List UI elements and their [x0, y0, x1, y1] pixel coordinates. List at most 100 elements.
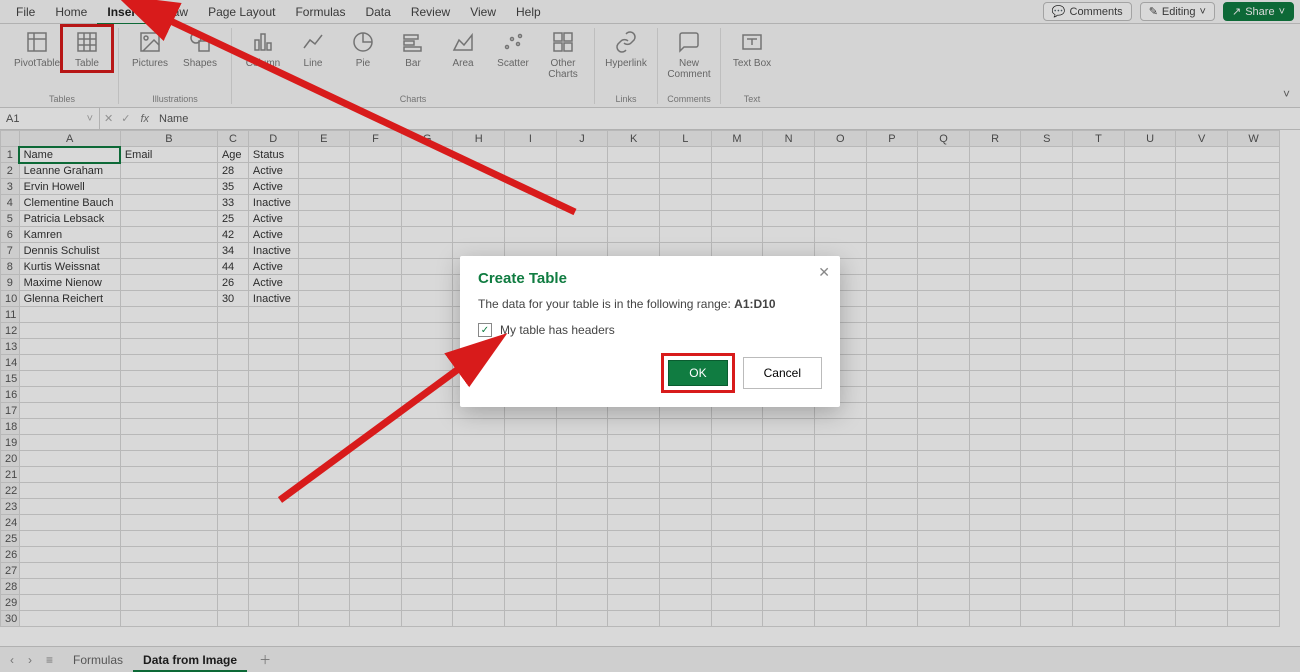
cell-J20[interactable] [556, 451, 608, 467]
cell-G23[interactable] [401, 499, 453, 515]
cell-R23[interactable] [969, 499, 1021, 515]
cell-N30[interactable] [763, 611, 815, 627]
cell-G17[interactable] [401, 403, 453, 419]
cell-U2[interactable] [1124, 163, 1176, 179]
cell-H26[interactable] [453, 547, 505, 563]
cell-F10[interactable] [350, 291, 402, 307]
cell-B19[interactable] [120, 435, 217, 451]
cell-M30[interactable] [711, 611, 763, 627]
cell-I30[interactable] [505, 611, 557, 627]
cell-P23[interactable] [866, 499, 918, 515]
cell-N6[interactable] [763, 227, 815, 243]
other-button[interactable]: Other Charts [540, 28, 586, 80]
cell-H5[interactable] [453, 211, 505, 227]
cell-E26[interactable] [298, 547, 350, 563]
cell-R25[interactable] [969, 531, 1021, 547]
cell-P29[interactable] [866, 595, 918, 611]
cell-W4[interactable] [1228, 195, 1280, 211]
cell-K2[interactable] [608, 163, 660, 179]
cell-J23[interactable] [556, 499, 608, 515]
cell-T5[interactable] [1073, 211, 1125, 227]
cell-B13[interactable] [120, 339, 217, 355]
cell-M4[interactable] [711, 195, 763, 211]
collapse-ribbon-icon[interactable]: ˅ [1283, 87, 1290, 101]
cell-I29[interactable] [505, 595, 557, 611]
cell-M19[interactable] [711, 435, 763, 451]
cell-K25[interactable] [608, 531, 660, 547]
cell-P10[interactable] [866, 291, 918, 307]
cell-G20[interactable] [401, 451, 453, 467]
cell-I4[interactable] [505, 195, 557, 211]
cell-A6[interactable]: Kamren [19, 227, 120, 243]
cell-A24[interactable] [19, 515, 120, 531]
cell-O21[interactable] [814, 467, 866, 483]
cell-A5[interactable]: Patricia Lebsack [19, 211, 120, 227]
cell-A19[interactable] [19, 435, 120, 451]
menu-tab-help[interactable]: Help [506, 1, 551, 23]
cell-O3[interactable] [814, 179, 866, 195]
cell-D19[interactable] [248, 435, 298, 451]
menu-tab-view[interactable]: View [460, 1, 506, 23]
cell-W15[interactable] [1228, 371, 1280, 387]
cell-H30[interactable] [453, 611, 505, 627]
cell-B23[interactable] [120, 499, 217, 515]
cell-T13[interactable] [1073, 339, 1125, 355]
cell-G10[interactable] [401, 291, 453, 307]
cell-E27[interactable] [298, 563, 350, 579]
cell-F11[interactable] [350, 307, 402, 323]
cell-A23[interactable] [19, 499, 120, 515]
cell-N5[interactable] [763, 211, 815, 227]
cell-G9[interactable] [401, 275, 453, 291]
cell-L4[interactable] [659, 195, 711, 211]
cell-W8[interactable] [1228, 259, 1280, 275]
cell-K4[interactable] [608, 195, 660, 211]
cell-M21[interactable] [711, 467, 763, 483]
cell-G12[interactable] [401, 323, 453, 339]
row-header-24[interactable]: 24 [1, 515, 20, 531]
cell-D15[interactable] [248, 371, 298, 387]
cell-K23[interactable] [608, 499, 660, 515]
cell-C3[interactable]: 35 [217, 179, 248, 195]
cell-J27[interactable] [556, 563, 608, 579]
comments-button[interactable]: 💬Comments [1043, 2, 1132, 21]
cell-S21[interactable] [1021, 467, 1073, 483]
cell-F9[interactable] [350, 275, 402, 291]
cell-S10[interactable] [1021, 291, 1073, 307]
cell-K3[interactable] [608, 179, 660, 195]
cell-O25[interactable] [814, 531, 866, 547]
cell-L26[interactable] [659, 547, 711, 563]
cell-W13[interactable] [1228, 339, 1280, 355]
cell-P11[interactable] [866, 307, 918, 323]
cell-A10[interactable]: Glenna Reichert [19, 291, 120, 307]
cell-T28[interactable] [1073, 579, 1125, 595]
cell-O26[interactable] [814, 547, 866, 563]
cell-F7[interactable] [350, 243, 402, 259]
cell-I20[interactable] [505, 451, 557, 467]
cell-R27[interactable] [969, 563, 1021, 579]
cell-E18[interactable] [298, 419, 350, 435]
cell-R29[interactable] [969, 595, 1021, 611]
cell-G30[interactable] [401, 611, 453, 627]
row-header-2[interactable]: 2 [1, 163, 20, 179]
cell-U13[interactable] [1124, 339, 1176, 355]
cell-H6[interactable] [453, 227, 505, 243]
cell-P27[interactable] [866, 563, 918, 579]
cell-P19[interactable] [866, 435, 918, 451]
cell-D6[interactable]: Active [248, 227, 298, 243]
cell-V17[interactable] [1176, 403, 1228, 419]
cell-S4[interactable] [1021, 195, 1073, 211]
cell-E17[interactable] [298, 403, 350, 419]
cell-L30[interactable] [659, 611, 711, 627]
cell-K29[interactable] [608, 595, 660, 611]
cell-L24[interactable] [659, 515, 711, 531]
cell-F23[interactable] [350, 499, 402, 515]
col-header-L[interactable]: L [659, 131, 711, 147]
cell-U24[interactable] [1124, 515, 1176, 531]
cell-K27[interactable] [608, 563, 660, 579]
cell-B12[interactable] [120, 323, 217, 339]
cell-R22[interactable] [969, 483, 1021, 499]
cell-G13[interactable] [401, 339, 453, 355]
cell-D12[interactable] [248, 323, 298, 339]
cell-D2[interactable]: Active [248, 163, 298, 179]
cell-P22[interactable] [866, 483, 918, 499]
